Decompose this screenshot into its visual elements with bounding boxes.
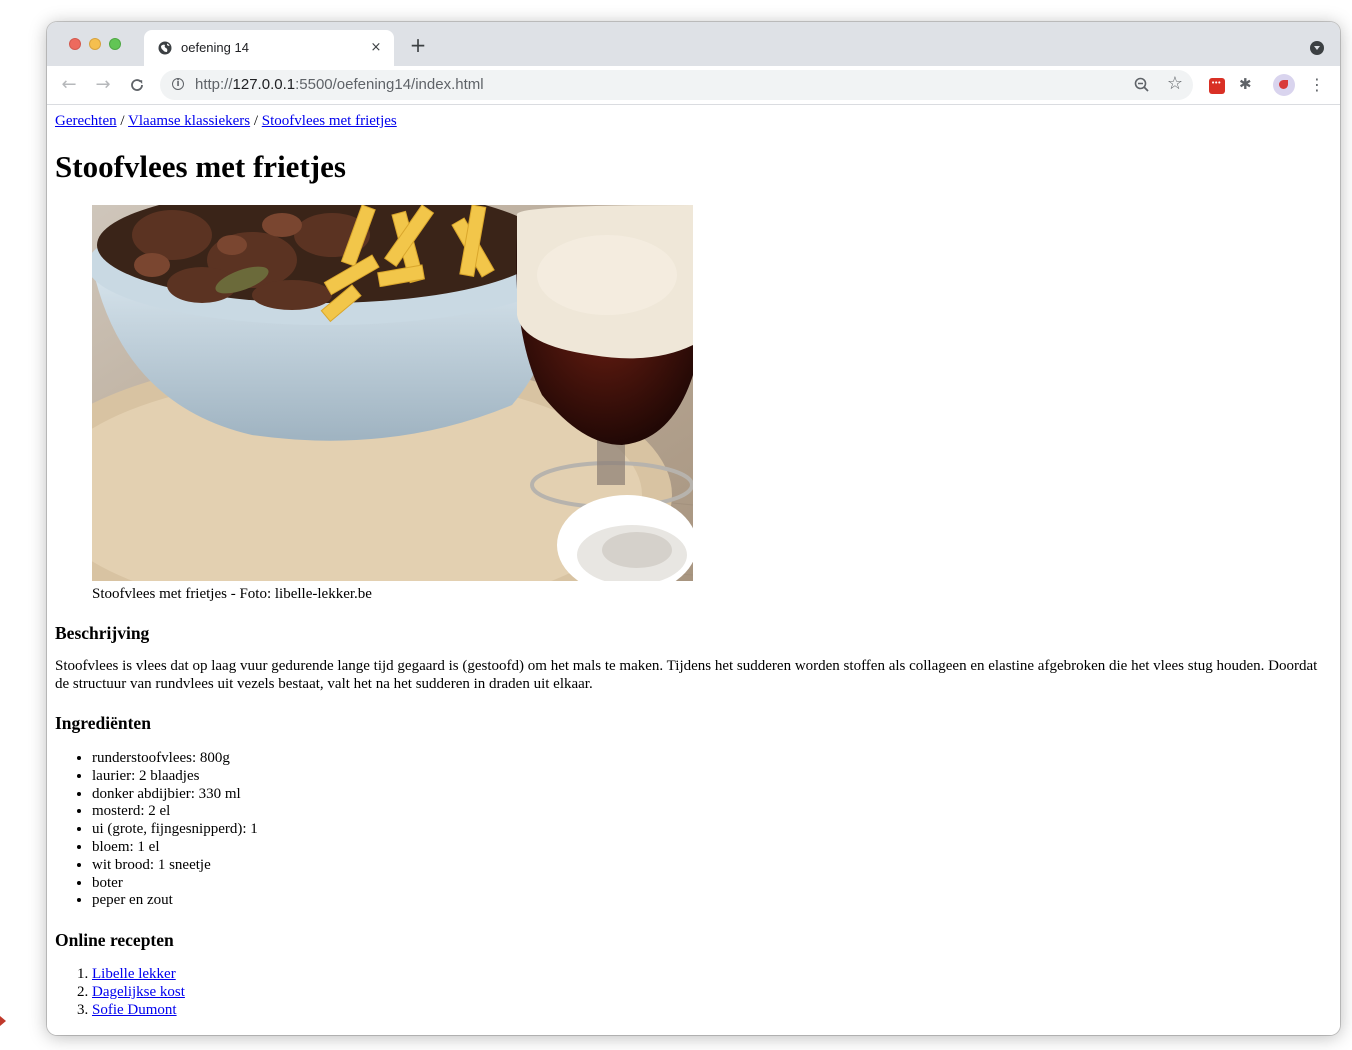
list-item: peper en zout (92, 892, 258, 910)
minimize-window-button[interactable] (89, 38, 101, 50)
list-item: donker abdijbier: 330 ml (92, 786, 258, 804)
link-dagelijkse-kost[interactable]: Dagelijkse kost (92, 984, 185, 1000)
new-tab-button[interactable]: + (408, 35, 428, 56)
tab-oefening-14[interactable]: oefening 14 × (144, 30, 394, 66)
breadcrumb-separator: / (120, 113, 125, 129)
description-heading: Beschrijving (55, 623, 150, 643)
zoom-icon[interactable] (1133, 76, 1151, 94)
back-button[interactable]: ← (57, 73, 81, 97)
list-item: Dagelijkse kost (92, 984, 185, 1002)
breadcrumb-link-vlaamse-klassiekers[interactable]: Vlaamse klassiekers (128, 113, 250, 129)
list-item: bloem: 1 el (92, 839, 258, 857)
breadcrumb-link-stoofvlees[interactable]: Stoofvlees met frietjes (262, 113, 397, 129)
address-bar[interactable]: i http://127.0.0.1:5500/oefening14/index… (160, 70, 1193, 100)
browser-menu-icon[interactable]: ⋮ (1309, 73, 1325, 97)
browser-window: oefening 14 × + ← → i http://127.0.0.1:5… (47, 22, 1340, 1035)
close-tab-icon[interactable]: × (366, 38, 386, 58)
breadcrumb-separator: / (253, 113, 259, 129)
tab-strip: oefening 14 × + (47, 22, 1340, 66)
list-item: Sofie Dumont (92, 1002, 185, 1020)
edge-marker (0, 1016, 6, 1026)
page-content: Gerechten / Vlaamse klassiekers / Stoofv… (47, 105, 1340, 1035)
list-item: wit brood: 1 sneetje (92, 857, 258, 875)
list-item: laurier: 2 blaadjes (92, 768, 258, 786)
extension-red-icon[interactable] (1209, 78, 1225, 94)
close-window-button[interactable] (69, 38, 81, 50)
breadcrumb: Gerechten / Vlaamse klassiekers / Stoofv… (55, 113, 397, 130)
url-host: 127.0.0.1 (232, 76, 296, 93)
toolbar: ← → i http://127.0.0.1:5500/oefening14/i… (47, 66, 1340, 105)
list-item: boter (92, 875, 258, 893)
reload-icon (131, 79, 143, 91)
list-item: ui (grote, fijngesnipperd): 1 (92, 821, 258, 839)
forward-button[interactable]: → (91, 73, 115, 97)
link-sofie-dumont[interactable]: Sofie Dumont (92, 1002, 177, 1018)
page-title: Stoofvlees met frietjes (55, 149, 346, 184)
online-recipes-heading: Online recepten (55, 930, 174, 950)
photo-caption: Stoofvlees met frietjes - Foto: libelle-… (92, 586, 372, 602)
zoom-window-button[interactable] (109, 38, 121, 50)
breadcrumb-link-gerechten[interactable]: Gerechten (55, 113, 117, 129)
globe-icon (158, 41, 172, 55)
list-item: mosterd: 2 el (92, 803, 258, 821)
description-text: Stoofvlees is vlees dat op laag vuur ged… (55, 658, 1318, 692)
tab-search-icon[interactable] (1310, 41, 1324, 55)
extensions-puzzle-icon[interactable]: ✱ (1239, 75, 1252, 93)
bookmark-star-icon[interactable]: ☆ (1167, 73, 1183, 94)
list-item: runderstoofvlees: 800g (92, 750, 258, 768)
url-prefix: http:// (195, 76, 233, 93)
url-text: http://127.0.0.1:5500/oefening14/index.h… (195, 76, 484, 93)
ingredients-heading: Ingrediënten (55, 713, 151, 733)
profile-avatar[interactable] (1273, 74, 1295, 96)
list-item: Libelle lekker (92, 966, 185, 984)
online-recipes-list: Libelle lekker Dagelijkse kost Sofie Dum… (55, 966, 185, 1019)
ingredients-list: runderstoofvlees: 800g laurier: 2 blaadj… (55, 750, 258, 910)
recipe-photo (92, 205, 693, 581)
reload-button[interactable] (125, 73, 149, 97)
info-icon[interactable]: i (172, 78, 184, 90)
link-libelle-lekker[interactable]: Libelle lekker (92, 966, 176, 982)
url-path: :5500/oefening14/index.html (295, 76, 484, 93)
tab-title: oefening 14 (181, 40, 249, 55)
